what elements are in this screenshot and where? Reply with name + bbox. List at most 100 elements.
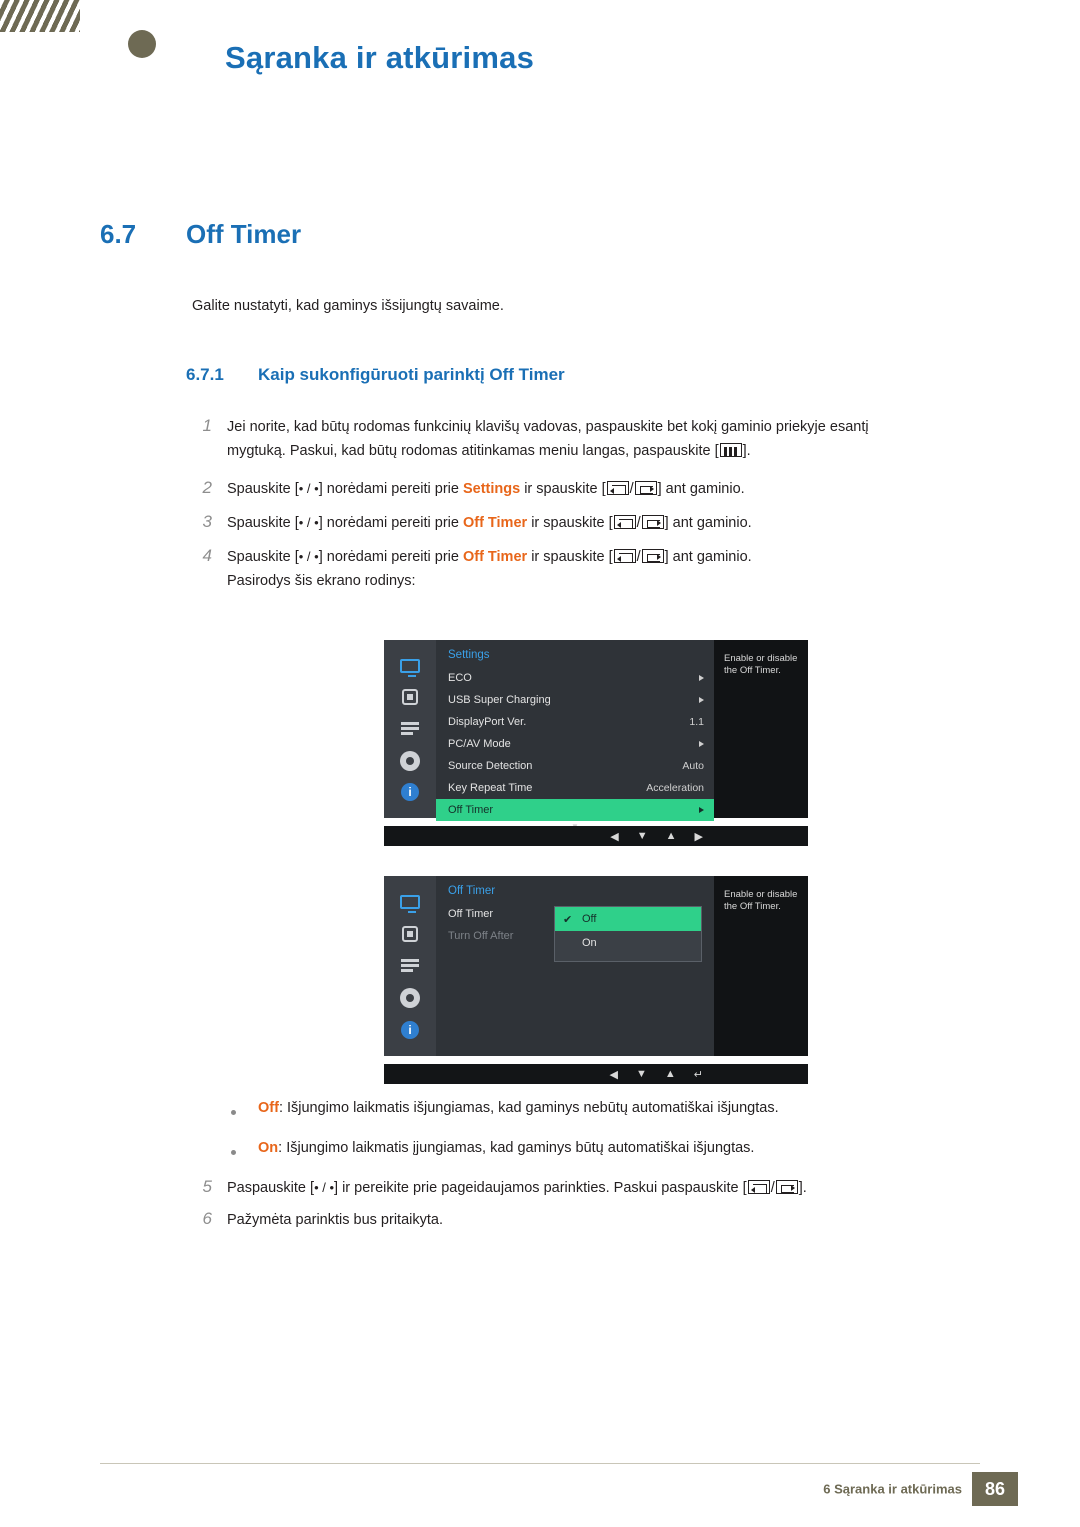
- osd1-help-text: Enable or disable the Off Timer.: [714, 640, 808, 818]
- osd1-row-dpver-value: 1.1: [689, 716, 704, 728]
- page-number: 86: [972, 1472, 1018, 1506]
- step-2-d: ] ant gaminio.: [657, 481, 745, 497]
- enter-key-icon: [641, 515, 664, 529]
- enter-key-icon: [775, 1180, 798, 1194]
- menu-key-icon: [719, 443, 742, 457]
- step-4-sub: Pasirodys šis ekrano rodinys:: [227, 573, 416, 589]
- monitor-icon[interactable]: [397, 655, 423, 677]
- step-5-b: ] ir pereikite prie pageidaujamos parink…: [334, 1180, 747, 1196]
- bullet-on-term: On: [258, 1140, 279, 1156]
- page-header: [0, 0, 1080, 32]
- header-white-tab: [80, 0, 1080, 32]
- step-2-c: ir spauskite [: [520, 481, 606, 497]
- info-icon[interactable]: i: [397, 781, 423, 803]
- step-4-highlight: Off Timer: [462, 549, 528, 565]
- enter-key-icon: [634, 481, 657, 495]
- footer-divider: [100, 1463, 980, 1464]
- return-key-icon: [613, 515, 636, 529]
- osd2-nav-bar: ◀ ▼ ▲ ↵: [384, 1064, 808, 1084]
- bullet-item-on: On: Išjungimo laikmatis įjungiamas, kad …: [258, 1140, 754, 1156]
- step-text-3: Spauskite [• / •] norėdami pereiti prie …: [227, 515, 752, 531]
- bullet-off-term: Off: [258, 1100, 279, 1116]
- step-2-highlight: Settings: [462, 481, 521, 497]
- osd1-row-pcav[interactable]: PC/AV Mode: [436, 733, 714, 755]
- section-number: 6.7: [100, 219, 137, 249]
- osd1-row-keyrepeat[interactable]: Key Repeat Time Acceleration: [436, 777, 714, 799]
- nav-left-icon[interactable]: ◀: [610, 830, 618, 843]
- popup-option-off[interactable]: ✔ Off: [555, 907, 701, 931]
- step-3-b: ] norėdami pereiti prie: [318, 515, 463, 531]
- step-4-dots: • / •: [298, 549, 319, 564]
- popup-option-off-label: Off: [582, 913, 597, 925]
- nav-left-icon[interactable]: ◀: [610, 1068, 618, 1081]
- list-icon[interactable]: [397, 718, 423, 740]
- osd2-help-text: Enable or disable the Off Timer.: [714, 876, 808, 1056]
- list-icon[interactable]: [397, 955, 423, 977]
- osd2-row-turnoffafter-label: Turn Off After: [448, 930, 514, 942]
- step-4-b: ] norėdami pereiti prie: [318, 549, 463, 565]
- osd1-row-offtimer-label: Off Timer: [448, 804, 494, 816]
- step-3-c: ir spauskite [: [527, 515, 613, 531]
- osd-screenshot-offtimer: Enable or disable the Off Timer. i Off T…: [384, 876, 808, 1084]
- osd-screenshot-settings: Enable or disable the Off Timer. i Setti…: [384, 640, 808, 846]
- step-3-dots: • / •: [298, 515, 319, 530]
- step-text-6: Pažymėta parinktis bus pritaikyta.: [227, 1212, 443, 1228]
- info-icon[interactable]: i: [397, 1019, 423, 1041]
- nav-down-icon[interactable]: ▼: [636, 1068, 647, 1080]
- bullet-on-text: : Išjungimo laikmatis įjungiamas, kad ga…: [278, 1140, 755, 1156]
- step-5-a: Paspauskite [: [227, 1180, 315, 1196]
- nav-up-icon[interactable]: ▲: [666, 830, 677, 842]
- header-hatch-decoration: [0, 0, 80, 32]
- monitor-icon[interactable]: [397, 891, 423, 913]
- step-text-4: Spauskite [• / •] norėdami pereiti prie …: [227, 549, 752, 589]
- chevron-right-icon: [699, 807, 704, 813]
- osd1-row-offtimer[interactable]: Off Timer: [436, 799, 714, 821]
- nav-right-icon[interactable]: ▶: [695, 830, 703, 843]
- step-text-1: Jei norite, kad būtų rodomas funkcinių k…: [227, 415, 1017, 463]
- osd1-row-dpver[interactable]: DisplayPort Ver. 1.1: [436, 711, 714, 733]
- osd2-body: Off Timer Off Timer Turn Off After: [436, 876, 714, 1056]
- section-intro: Galite nustatyti, kad gaminys išsijungtų…: [192, 298, 504, 314]
- osd2-sidebar: i: [384, 876, 436, 1056]
- nav-enter-icon[interactable]: ↵: [694, 1068, 703, 1081]
- step-3-d: ] ant gaminio.: [664, 515, 752, 531]
- chevron-right-icon: [699, 697, 704, 703]
- osd1-nav-bar: ◀ ▼ ▲ ▶: [384, 826, 808, 846]
- osd1-sidebar: i: [384, 640, 436, 818]
- step-number-2: 2: [202, 478, 212, 497]
- step-text-5: Paspauskite [• / •] ir pereikite prie pa…: [227, 1180, 807, 1196]
- osd1-row-keyrepeat-label: Key Repeat Time: [448, 782, 533, 794]
- header-badge-icon: [128, 30, 156, 58]
- step-4-a: Spauskite [: [227, 549, 299, 565]
- nav-down-icon[interactable]: ▼: [637, 830, 648, 842]
- enter-key-icon: [641, 549, 664, 563]
- footer-text: 6 Sąranka ir atkūrimas: [823, 1481, 962, 1497]
- brightness-icon[interactable]: [397, 923, 423, 945]
- osd1-row-usb-label: USB Super Charging: [448, 694, 551, 706]
- brightness-icon[interactable]: [397, 686, 423, 708]
- step-5-dots: • / •: [314, 1180, 335, 1195]
- osd1-row-eco[interactable]: ECO: [436, 667, 714, 689]
- gear-icon[interactable]: [397, 750, 423, 772]
- osd1-row-usb[interactable]: USB Super Charging: [436, 689, 714, 711]
- subsection-number: 6.7.1: [186, 365, 224, 384]
- step-number-6: 6: [202, 1209, 212, 1228]
- bullet-item-off: Off: Išjungimo laikmatis išjungiamas, ka…: [258, 1100, 779, 1116]
- subsection-title: Kaip sukonfigūruoti parinktį Off Timer: [258, 365, 565, 384]
- osd1-row-source[interactable]: Source Detection Auto: [436, 755, 714, 777]
- step-2-dots: • / •: [298, 481, 319, 496]
- step-4-c: ir spauskite [: [527, 549, 613, 565]
- osd1-row-pcav-label: PC/AV Mode: [448, 738, 511, 750]
- step-4-d: ] ant gaminio.: [664, 549, 752, 565]
- step-1-line1: Jei norite, kad būtų rodomas funkcinių k…: [227, 419, 869, 435]
- gear-icon[interactable]: [397, 987, 423, 1009]
- step-1-line2a: mygtuką. Paskui, kad būtų rodomas atitin…: [227, 443, 719, 459]
- step-text-2: Spauskite [• / •] norėdami pereiti prie …: [227, 481, 745, 497]
- step-number-4: 4: [202, 546, 212, 565]
- osd2-row-offtimer-label: Off Timer: [448, 908, 494, 920]
- nav-up-icon[interactable]: ▲: [665, 1068, 676, 1080]
- popup-option-on[interactable]: On: [555, 931, 701, 955]
- osd1-row-source-label: Source Detection: [448, 760, 533, 772]
- step-number-1: 1: [202, 416, 212, 435]
- page-title: Sąranka ir atkūrimas: [225, 40, 535, 75]
